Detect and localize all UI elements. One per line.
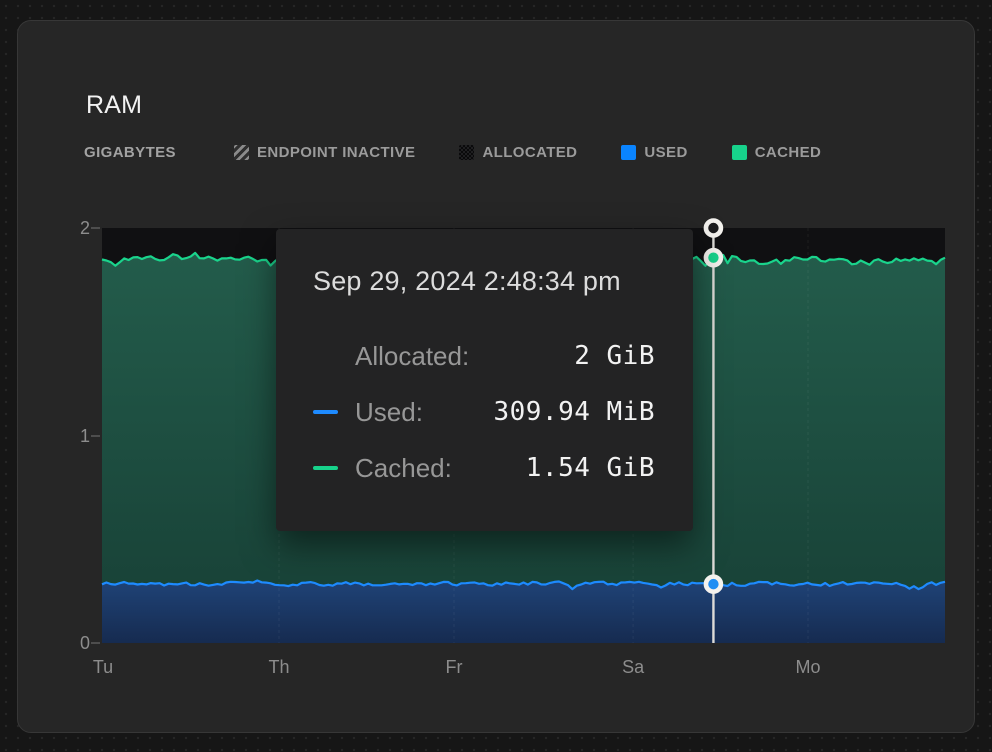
legend-item-label: ENDPOINT INACTIVE — [257, 144, 415, 161]
tooltip-row-label: Cached: — [355, 453, 452, 484]
tooltip-row-cached: Cached: 1.54 GiB — [313, 440, 655, 496]
tooltip-row-value: 1.54 GiB — [526, 453, 655, 483]
y-axis-tick-mark — [91, 642, 100, 644]
card-title: RAM — [86, 91, 142, 120]
y-axis-label: 1 — [50, 425, 90, 447]
x-axis-label: Tu — [73, 657, 133, 678]
x-axis-label: Th — [249, 657, 309, 678]
legend-item-allocated[interactable]: ALLOCATED — [459, 144, 577, 161]
y-axis-tick-mark — [91, 435, 100, 437]
y-axis-tick-mark — [91, 227, 100, 229]
chart-legend: GIGABYTES ENDPOINT INACTIVE ALLOCATED US… — [84, 144, 821, 161]
legend-item-cached[interactable]: CACHED — [732, 144, 822, 161]
ram-usage-card: RAM GIGABYTES ENDPOINT INACTIVE ALLOCATE… — [17, 20, 975, 733]
legend-item-label: ALLOCATED — [482, 144, 577, 161]
allocated-swatch-icon — [459, 145, 474, 160]
crosshair-allocated-marker — [706, 221, 721, 236]
cached-line-marker-icon — [313, 466, 338, 471]
legend-item-label: CACHED — [755, 144, 822, 161]
crosshair-used-marker — [706, 577, 721, 592]
tooltip-row-value: 309.94 MiB — [493, 397, 655, 427]
crosshair-cached-marker — [706, 250, 721, 265]
tooltip-timestamp: Sep 29, 2024 2:48:34 pm — [313, 266, 655, 297]
tooltip-row-label: Used: — [355, 397, 423, 428]
used-line-marker-icon — [313, 410, 338, 415]
tooltip-row-label: Allocated: — [355, 341, 469, 372]
page-background: RAM GIGABYTES ENDPOINT INACTIVE ALLOCATE… — [0, 0, 992, 752]
tooltip-row-allocated: Allocated: 2 GiB — [313, 328, 655, 384]
tooltip-row-value: 2 GiB — [574, 341, 655, 371]
used-swatch-icon — [621, 145, 636, 160]
y-axis-label: 0 — [50, 632, 90, 654]
legend-item-label: USED — [644, 144, 687, 161]
endpoint-inactive-swatch-icon — [234, 145, 249, 160]
x-axis-label: Mo — [778, 657, 838, 678]
legend-item-endpoint-inactive[interactable]: ENDPOINT INACTIVE — [234, 144, 415, 161]
y-axis-label: 2 — [50, 217, 90, 239]
legend-item-used[interactable]: USED — [621, 144, 687, 161]
cached-swatch-icon — [732, 145, 747, 160]
chart-tooltip: Sep 29, 2024 2:48:34 pm Allocated: 2 GiB… — [276, 229, 693, 531]
x-axis-label: Sa — [603, 657, 663, 678]
tooltip-row-used: Used: 309.94 MiB — [313, 384, 655, 440]
x-axis-label: Fr — [424, 657, 484, 678]
y-axis-unit-label: GIGABYTES — [84, 144, 176, 161]
